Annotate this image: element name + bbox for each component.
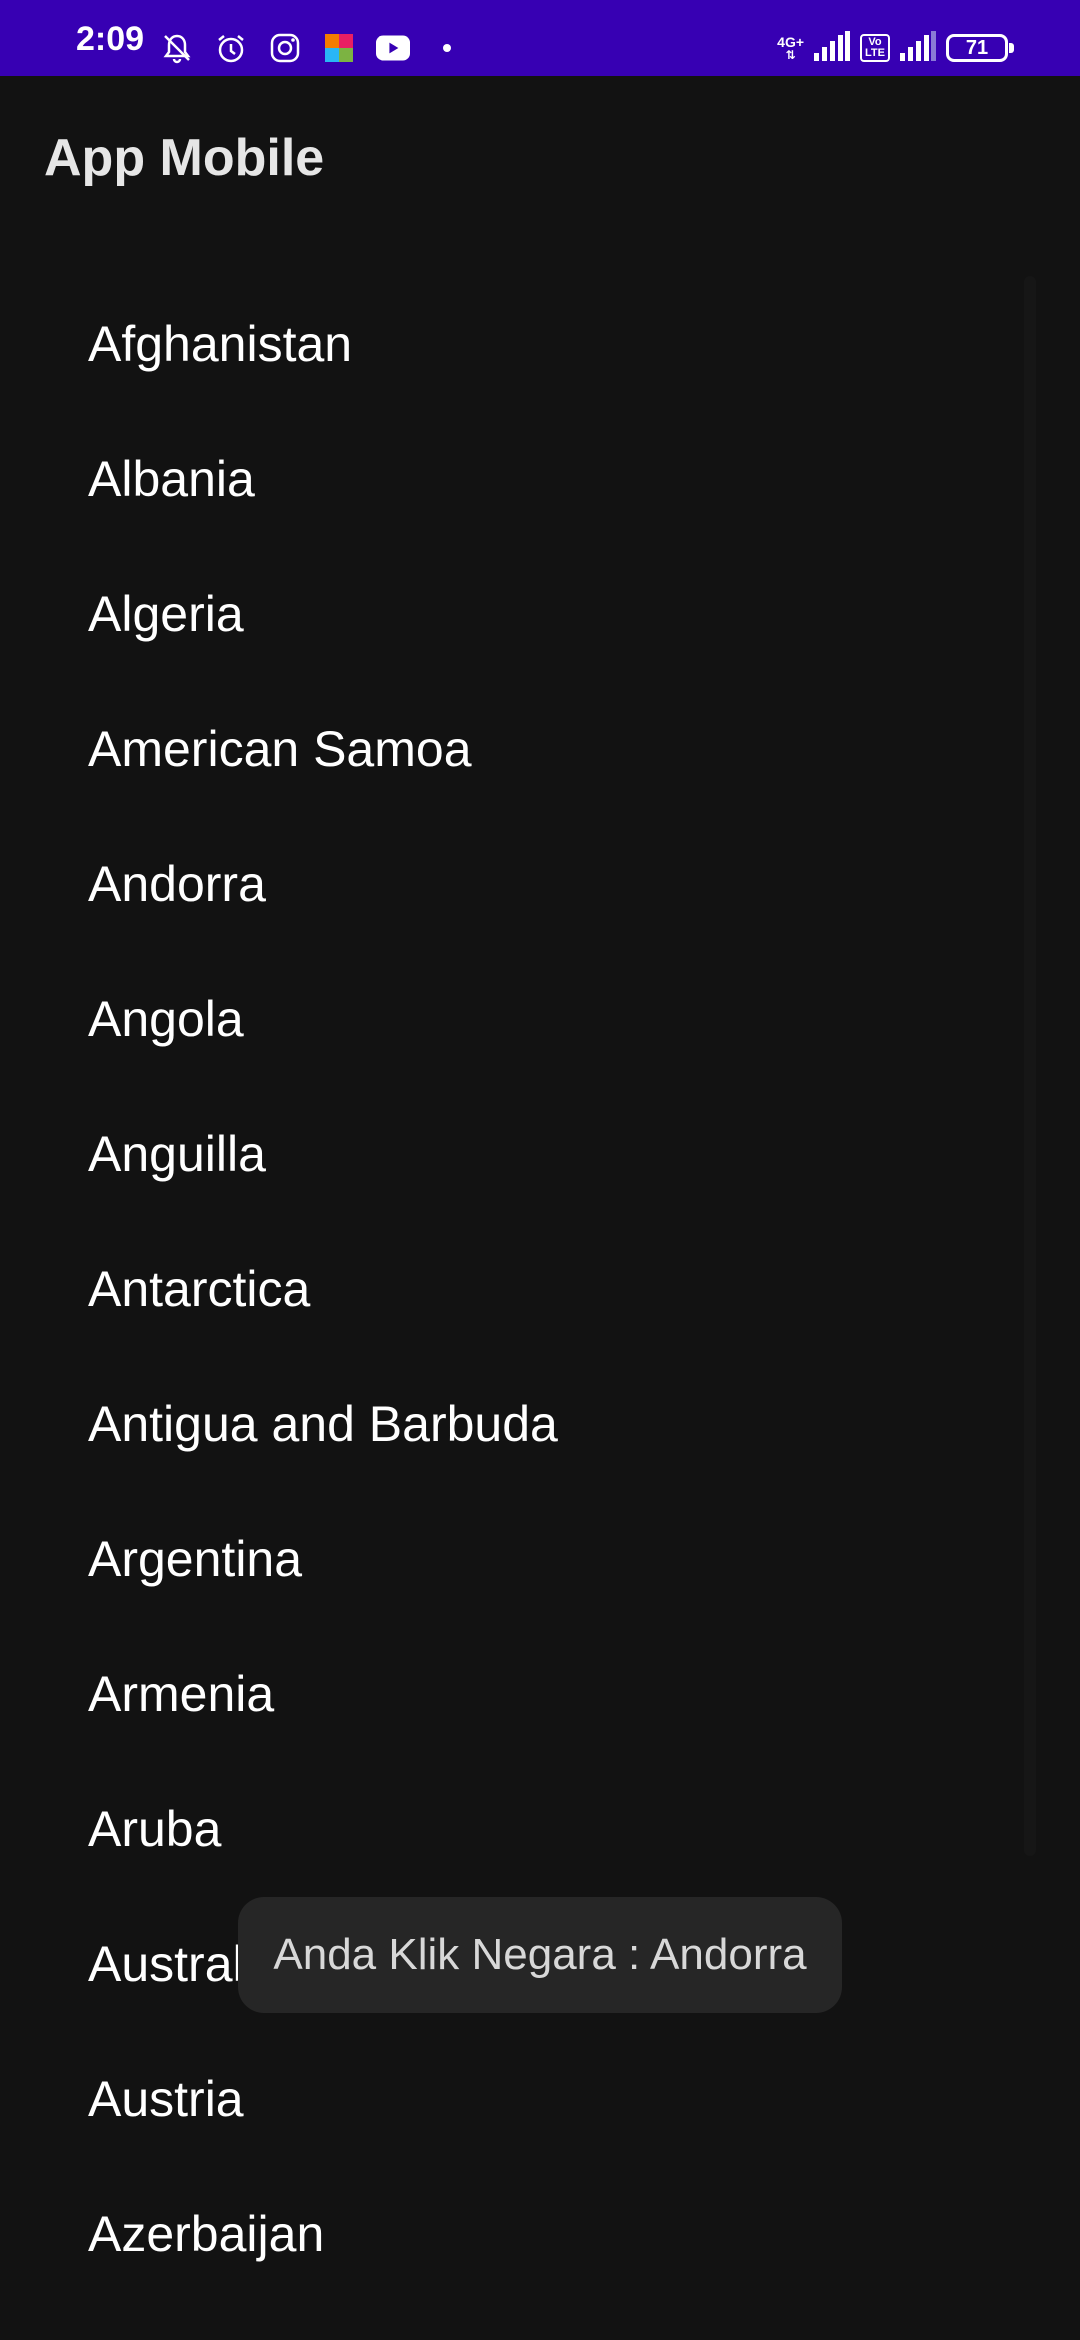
list-item[interactable]: American Samoa [0,681,1080,816]
list-item[interactable]: Andorra [0,816,1080,951]
alarm-icon [214,31,248,65]
list-item[interactable]: Antarctica [0,1221,1080,1356]
volte-bottom: LTE [865,47,885,59]
network-type: 4G+ [777,34,805,50]
status-time: 2:09 [76,20,145,58]
list-item[interactable]: Afghanistan [0,276,1080,411]
app-bar: App Mobile [0,76,1080,240]
battery-level: 71 [965,36,989,59]
battery-icon: 71 [946,34,1014,62]
screen: 2:09 4G+ ⇅ Vo LTE 71 App Mobile Afghanis… [0,0,1080,2340]
status-icons-left [160,28,464,68]
list-item[interactable]: Austria [0,2031,1080,2166]
status-bar: 2:09 4G+ ⇅ Vo LTE 71 [0,0,1080,76]
list-item[interactable]: Armenia [0,1626,1080,1761]
list-item[interactable]: Aruba [0,1761,1080,1896]
signal-icon [814,30,851,66]
list-item[interactable]: Albania [0,411,1080,546]
bell-off-icon [160,31,194,65]
toast-message: Anda Klik Negara : Andorra [238,1897,842,2013]
photos-app-icon [322,31,356,65]
volte-icon: Vo LTE [860,34,890,62]
list-item[interactable]: Anguilla [0,1086,1080,1221]
app-title: App Mobile [44,129,325,187]
list-item[interactable]: Angola [0,951,1080,1086]
data-arrows-icon: ⇅ [785,48,796,62]
network-type-label: 4G+ ⇅ [777,35,804,61]
instagram-icon [268,31,302,65]
list-item[interactable]: Antigua and Barbuda [0,1356,1080,1491]
notification-dot-icon [430,31,464,65]
list-item[interactable]: Argentina [0,1491,1080,1626]
status-icons-right: 4G+ ⇅ Vo LTE 71 [777,26,1014,70]
youtube-icon [376,31,410,65]
list-item[interactable]: Azerbaijan [0,2166,1080,2301]
list-item[interactable]: Algeria [0,546,1080,681]
signal-icon [900,30,936,66]
